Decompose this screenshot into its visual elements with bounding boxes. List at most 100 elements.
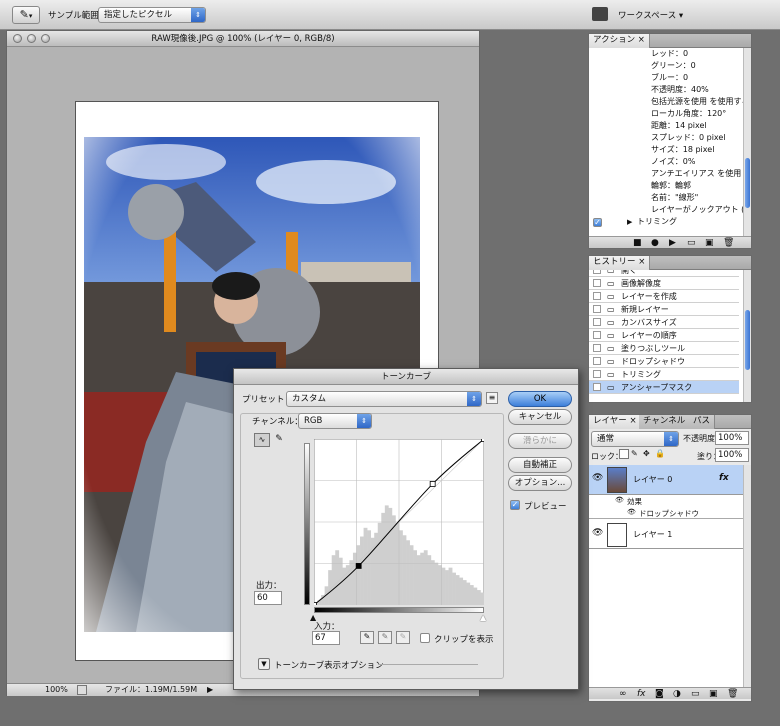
new-set-icon[interactable]: ▭ xyxy=(687,237,696,249)
lock-all-icon[interactable]: 🔒 xyxy=(655,449,665,458)
history-brush-source-icon[interactable] xyxy=(593,305,601,313)
history-brush-source-icon[interactable] xyxy=(593,344,601,352)
lock-position-icon[interactable]: ✥ xyxy=(643,449,650,458)
eye-icon[interactable]: 👁 xyxy=(627,508,636,516)
history-brush-source-icon[interactable] xyxy=(593,357,601,365)
history-item[interactable]: ▭ 新規レイヤー xyxy=(589,303,739,316)
zoom-level[interactable]: 100% xyxy=(45,684,68,696)
tab-actions[interactable]: アクション × xyxy=(589,34,650,48)
new-action-icon[interactable]: ▣ xyxy=(705,237,714,249)
preset-select[interactable]: カスタム ⇕ xyxy=(286,391,482,407)
history-brush-source-icon[interactable] xyxy=(593,279,601,287)
output-field[interactable]: 60 xyxy=(254,591,282,605)
stop-icon[interactable]: ■ xyxy=(633,237,642,249)
dropshadow-row[interactable]: 👁 ドロップシャドウ xyxy=(589,508,743,519)
disclosure-triangle-icon[interactable]: ▼ xyxy=(258,658,270,670)
blend-mode-select[interactable]: 通常 ⇕ xyxy=(591,431,679,447)
preset-options-icon[interactable]: ≡ xyxy=(486,392,498,404)
history-item[interactable]: ▭ 画像解像度 xyxy=(589,277,739,290)
lock-transparency-icon[interactable] xyxy=(619,449,629,459)
channel-select[interactable]: RGB ⇕ xyxy=(298,413,372,429)
status-info-icon[interactable] xyxy=(77,685,87,695)
input-field[interactable]: 67 xyxy=(312,631,340,645)
history-scrollbar[interactable] xyxy=(743,270,751,402)
sample-select[interactable]: 指定したピクセル ⇕ xyxy=(98,7,206,23)
cancel-button[interactable]: キャンセル xyxy=(508,409,572,425)
action-item[interactable]: トリミング xyxy=(637,216,677,228)
opacity-field[interactable]: 100% xyxy=(715,431,749,445)
white-point-slider-icon[interactable]: ▲ xyxy=(480,613,486,622)
new-layer-icon[interactable]: ▣ xyxy=(709,688,718,700)
pencil-draw-icon[interactable]: ✎ xyxy=(272,433,286,447)
tab-paths[interactable]: パス xyxy=(689,415,716,429)
history-item[interactable]: ▭ レイヤーの順序 xyxy=(589,329,739,342)
scroll-thumb[interactable] xyxy=(745,158,750,208)
document-title-bar: RAW現像後.JPG @ 100% (レイヤー 0, RGB/8) xyxy=(7,31,479,47)
history-item[interactable]: ▭ レイヤーを作成 xyxy=(589,290,739,303)
history-item[interactable]: ▭ ドロップシャドウ xyxy=(589,355,739,368)
zoom-window-icon[interactable] xyxy=(41,34,50,43)
scroll-thumb[interactable] xyxy=(745,310,750,370)
minimize-window-icon[interactable] xyxy=(27,34,36,43)
fill-field[interactable]: 100% xyxy=(715,448,749,462)
white-eyedropper-icon[interactable]: ✎ xyxy=(396,631,410,644)
history-step-icon: ▭ xyxy=(607,383,615,392)
show-clipping-checkbox[interactable] xyxy=(420,633,430,643)
group-icon[interactable]: ▭ xyxy=(691,688,700,700)
histogram-bar xyxy=(462,580,467,605)
fx-icon[interactable]: fx xyxy=(719,473,729,483)
history-item-label: カンバスサイズ xyxy=(621,318,677,327)
history-item[interactable]: ▭ トリミング xyxy=(589,368,739,381)
layer-row-0[interactable]: 👁 レイヤー 0 fx xyxy=(589,465,743,495)
history-brush-source-icon[interactable] xyxy=(593,370,601,378)
preview-label: プレビュー xyxy=(524,502,567,512)
adjustment-icon[interactable]: ◑ xyxy=(673,688,681,700)
gray-eyedropper-icon[interactable]: ✎ xyxy=(378,631,392,644)
history-brush-source-icon[interactable] xyxy=(593,270,601,274)
history-item[interactable]: ▭ カンバスサイズ xyxy=(589,316,739,329)
eye-icon[interactable]: 👁 xyxy=(615,496,624,504)
tab-history[interactable]: ヒストリー × xyxy=(589,256,651,270)
workspace-icon[interactable] xyxy=(592,7,608,21)
history-item[interactable]: ▭ 塗りつぶしツール xyxy=(589,342,739,355)
lock-pixels-icon[interactable]: ✎ xyxy=(631,449,638,458)
history-item[interactable]: ▭ アンシャープマスク xyxy=(589,381,739,394)
eye-icon[interactable]: 👁 xyxy=(592,473,603,483)
tab-channels[interactable]: チャンネル xyxy=(639,415,691,429)
ok-button[interactable]: OK xyxy=(508,391,572,407)
black-eyedropper-icon[interactable]: ✎ xyxy=(360,631,374,644)
link-icon[interactable]: ∞ xyxy=(619,688,627,700)
action-toggle-checkbox[interactable]: ✓ xyxy=(593,218,602,227)
workspace-menu[interactable]: ワークスペース ▾ xyxy=(618,9,683,21)
curve-point-tool-icon[interactable]: ∿ xyxy=(254,433,270,447)
smooth-button[interactable]: 滑らかに xyxy=(508,433,572,449)
history-brush-source-icon[interactable] xyxy=(593,318,601,326)
history-item[interactable]: ▭ 開く xyxy=(589,270,739,277)
history-brush-source-icon[interactable] xyxy=(593,331,601,339)
status-arrow-icon[interactable]: ▶ xyxy=(207,684,213,696)
mask-icon[interactable]: ◙ xyxy=(655,688,664,700)
eyedropper-tool-preset[interactable]: ✎▾ xyxy=(12,6,40,24)
eye-icon[interactable]: 👁 xyxy=(592,528,603,538)
auto-button[interactable]: 自動補正 xyxy=(508,457,572,473)
tab-layers[interactable]: レイヤー × xyxy=(589,415,642,429)
layers-scrollbar[interactable] xyxy=(743,465,751,687)
action-step: サイズ：18 pixel xyxy=(651,145,715,154)
histogram-bar xyxy=(399,530,403,605)
trash-icon[interactable]: 🗑 xyxy=(727,688,738,700)
curves-dialog: トーンカーブ プリセット： カスタム ⇕ ≡ チャンネル： RGB ⇕ ∿ ✎ ▲ … xyxy=(233,368,579,690)
history-brush-source-icon[interactable] xyxy=(593,383,601,391)
expand-triangle-icon[interactable]: ▶ xyxy=(627,218,632,226)
effects-row[interactable]: 👁 効果 xyxy=(589,496,743,507)
close-window-icon[interactable] xyxy=(13,34,22,43)
curve-graph[interactable] xyxy=(314,439,484,605)
fx-menu-icon[interactable]: fx xyxy=(637,688,646,700)
preview-checkbox[interactable]: ✓ xyxy=(510,500,520,510)
record-icon[interactable]: ● xyxy=(651,237,659,249)
history-brush-source-icon[interactable] xyxy=(593,292,601,300)
actions-scrollbar[interactable] xyxy=(743,48,751,236)
play-icon[interactable]: ▶ xyxy=(669,237,676,249)
trash-icon[interactable]: 🗑 xyxy=(723,237,734,249)
options-button[interactable]: オプション... xyxy=(508,475,572,491)
layer-row-1[interactable]: 👁 レイヤー 1 xyxy=(589,521,743,549)
